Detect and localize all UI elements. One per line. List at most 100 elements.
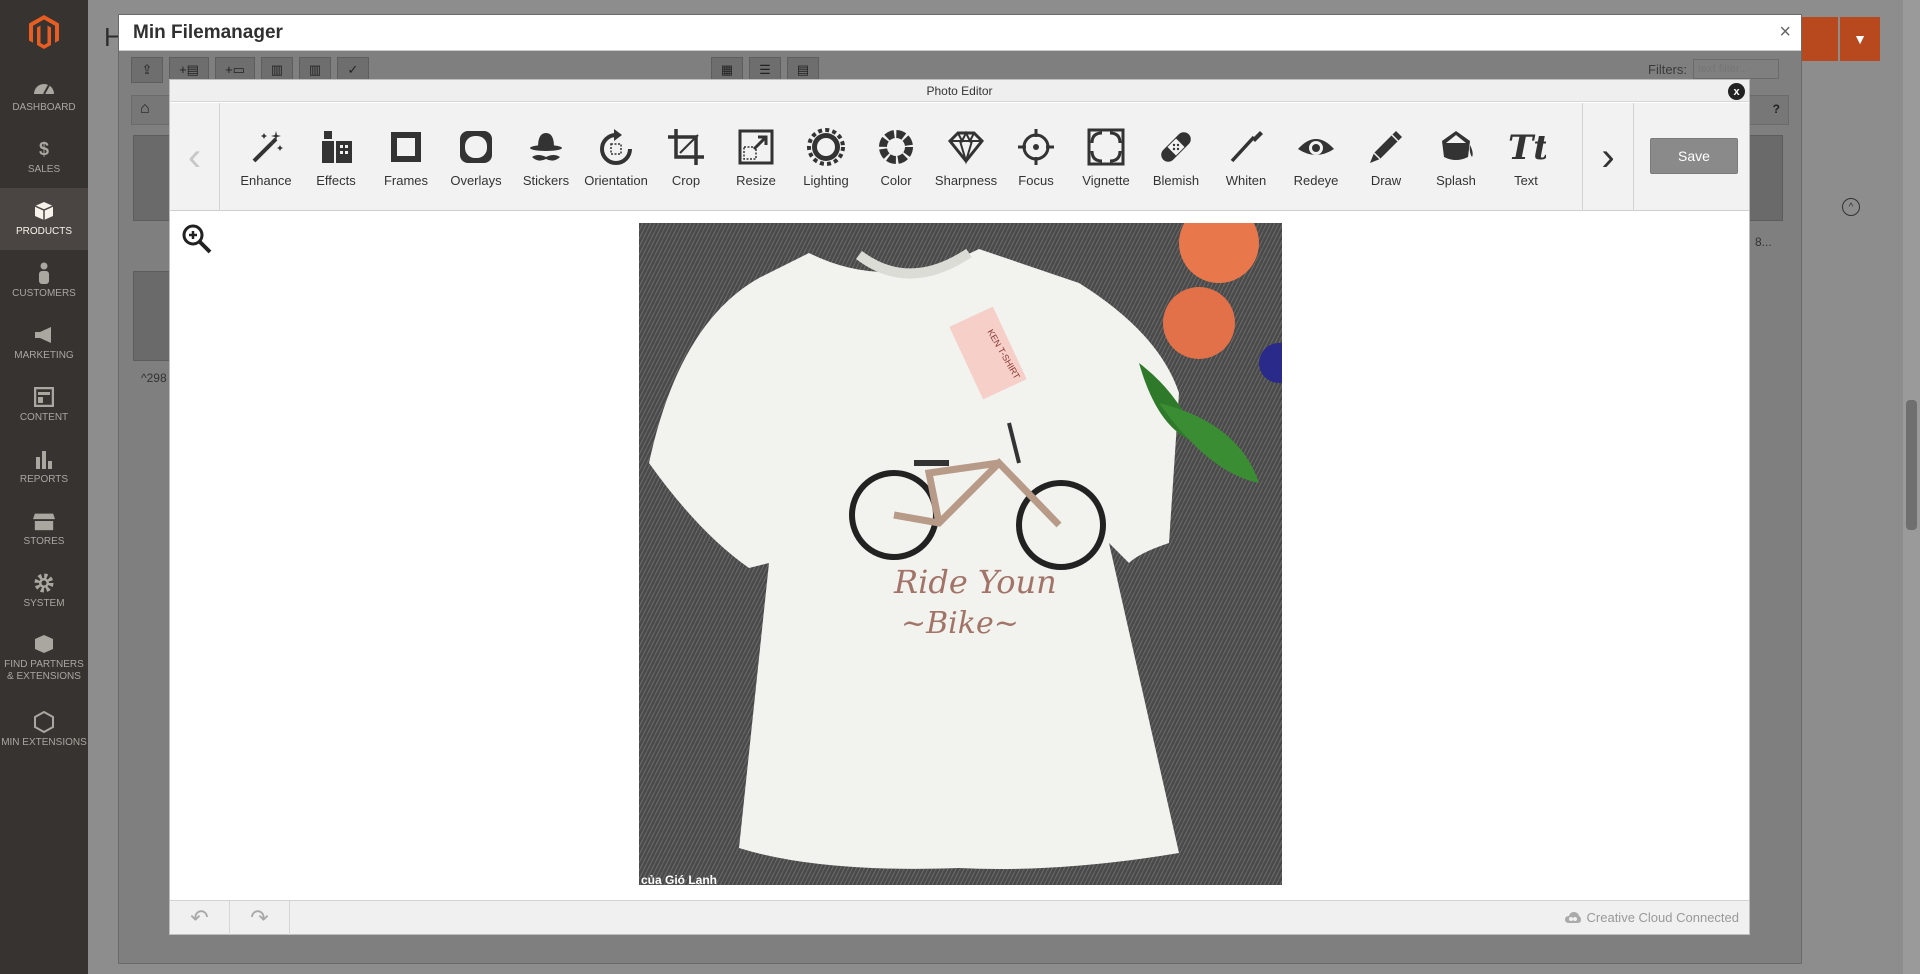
sidebar-item-stores[interactable]: STORES xyxy=(0,498,88,560)
photo-editor-save-button[interactable]: Save xyxy=(1650,138,1738,174)
color-wheel-icon xyxy=(879,129,913,164)
action-dropdown-button[interactable]: ▼ xyxy=(1840,17,1880,61)
tool-whiten[interactable]: Whiten xyxy=(1211,103,1281,211)
sidebar-item-reports[interactable]: REPORTS xyxy=(0,436,88,498)
tool-overlays[interactable]: Overlays xyxy=(441,103,511,211)
gear-icon xyxy=(33,572,55,594)
zoom-in-icon[interactable] xyxy=(181,223,213,255)
tool-frames[interactable]: Frames xyxy=(371,103,441,211)
tool-label: Orientation xyxy=(584,172,648,188)
tool-draw[interactable]: Draw xyxy=(1351,103,1421,211)
dollar-icon: $ xyxy=(38,139,49,159)
filter-input[interactable] xyxy=(1693,59,1779,79)
pencil-icon xyxy=(1370,130,1402,163)
store-icon xyxy=(33,510,55,532)
sidebar-item-content[interactable]: CONTENT xyxy=(0,374,88,436)
tools-prev-button[interactable]: ‹ xyxy=(170,103,220,211)
diamond-icon xyxy=(947,130,985,164)
photo-editor-close-button[interactable]: x xyxy=(1728,83,1745,100)
columns-icon: ▤ xyxy=(796,62,810,77)
tools-next-button[interactable]: › xyxy=(1582,103,1634,211)
list-icon: ☰ xyxy=(759,62,771,77)
chevron-left-icon: ‹ xyxy=(187,134,202,179)
tool-label: Sharpness xyxy=(934,172,998,188)
tool-enhance[interactable]: Enhance xyxy=(231,103,301,211)
sidebar-label: CUSTOMERS xyxy=(12,288,76,299)
tool-crop[interactable]: Crop xyxy=(651,103,721,211)
tool-effects[interactable]: Effects xyxy=(301,103,371,211)
home-icon[interactable]: ⌂ xyxy=(140,100,150,118)
clipboard-icon: ▥ xyxy=(270,62,284,77)
hexagon-icon xyxy=(33,711,55,733)
sidebar-item-min-extensions[interactable]: MIN EXTENSIONS xyxy=(0,694,88,766)
brush-icon xyxy=(1230,130,1263,162)
magento-logo[interactable] xyxy=(0,0,88,64)
sidebar-item-marketing[interactable]: MARKETING xyxy=(0,312,88,374)
sun-icon xyxy=(807,127,845,166)
sidebar-item-sales[interactable]: $ SALES xyxy=(0,126,88,188)
admin-sidebar: DASHBOARD $ SALES PRODUCTS CUSTOMERS MAR… xyxy=(0,0,88,974)
tool-blemish[interactable]: Blemish xyxy=(1141,103,1211,211)
redo-icon: ↷ xyxy=(250,905,269,930)
photo-editor-footer: ↶ ↷ Creative Cloud Connected xyxy=(170,900,1749,935)
photo-editor-window: Photo Editor x ‹ Enhance Effects Frames … xyxy=(169,79,1750,935)
magento-logo-icon xyxy=(29,15,59,49)
creative-cloud-icon xyxy=(1564,911,1581,923)
tool-stickers[interactable]: Stickers xyxy=(511,103,581,211)
megaphone-icon xyxy=(33,324,55,346)
sidebar-label: FIND PARTNERS & EXTENSIONS xyxy=(4,659,84,682)
tool-orientation[interactable]: Orientation xyxy=(581,103,651,211)
tool-label: Draw xyxy=(1370,172,1402,188)
tool-lighting[interactable]: Lighting xyxy=(791,103,861,211)
sidebar-label: SYSTEM xyxy=(23,598,65,609)
filemanager-header: Min Filemanager xyxy=(119,15,1801,51)
photo-editor-title: Photo Editor xyxy=(170,80,1749,102)
bar-chart-icon xyxy=(33,448,55,470)
grid-icon: ▦ xyxy=(720,62,734,77)
tool-splash[interactable]: Splash xyxy=(1421,103,1491,211)
scrollbar-thumb[interactable] xyxy=(1906,400,1917,530)
tool-vignette[interactable]: Vignette xyxy=(1071,103,1141,211)
help-icon[interactable]: ? xyxy=(1773,102,1780,116)
sidebar-item-dashboard[interactable]: DASHBOARD xyxy=(0,64,88,126)
text-icon: Tt xyxy=(1508,128,1546,167)
tool-label: Effects xyxy=(316,172,356,188)
file-thumbnail[interactable] xyxy=(133,271,173,361)
new-folder-icon: +▭ xyxy=(225,62,245,77)
sidebar-label: MIN EXTENSIONS xyxy=(1,737,87,748)
tool-label: Vignette xyxy=(1082,172,1130,188)
bucket-icon xyxy=(1442,130,1473,160)
upload-button[interactable]: ⇪ xyxy=(131,57,163,83)
shirt-print-line2: ~Bike~ xyxy=(901,606,1019,641)
tool-redeye[interactable]: Redeye xyxy=(1281,103,1351,211)
filemanager-close-button[interactable]: × xyxy=(1779,21,1791,44)
tool-label: Focus xyxy=(1018,172,1054,188)
tool-label: Blemish xyxy=(1152,172,1200,188)
undo-button[interactable]: ↶ xyxy=(170,901,230,935)
sidebar-item-system[interactable]: SYSTEM xyxy=(0,560,88,622)
tool-focus[interactable]: Focus xyxy=(1001,103,1071,211)
tool-label: Stickers xyxy=(522,172,570,188)
hat-mustache-icon xyxy=(530,132,562,161)
file-thumbnail[interactable] xyxy=(1749,135,1783,221)
editor-photo[interactable]: KEN T-SHIRT Ride Youn ~Bike~ của Gió Lạn… xyxy=(639,223,1282,885)
sidebar-item-partners[interactable]: FIND PARTNERS & EXTENSIONS xyxy=(0,622,88,694)
eye-icon xyxy=(1298,138,1334,155)
chevron-right-icon: › xyxy=(1601,134,1615,179)
file-thumbnail[interactable] xyxy=(133,135,173,221)
tool-label: Splash xyxy=(1436,172,1476,188)
redo-button[interactable]: ↷ xyxy=(230,901,290,935)
page-scrollbar[interactable] xyxy=(1903,0,1920,974)
tool-text[interactable]: Tt Text xyxy=(1491,103,1561,211)
magic-wand-icon xyxy=(252,130,283,162)
paste-icon: ▥ xyxy=(308,62,322,77)
sidebar-label: SALES xyxy=(27,164,61,175)
box-icon xyxy=(33,200,55,222)
tool-color[interactable]: Color xyxy=(861,103,931,211)
sidebar-item-products[interactable]: PRODUCTS xyxy=(0,188,88,250)
tool-resize[interactable]: Resize xyxy=(721,103,791,211)
tool-sharpness[interactable]: Sharpness xyxy=(931,103,1001,211)
scroll-up-icon[interactable]: ^ xyxy=(1842,198,1860,216)
sidebar-item-customers[interactable]: CUSTOMERS xyxy=(0,250,88,312)
dashboard-icon xyxy=(33,76,55,98)
